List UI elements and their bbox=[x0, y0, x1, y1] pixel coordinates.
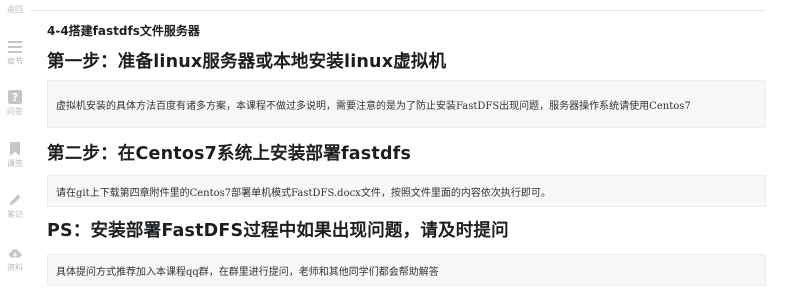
sidebar-item-materials[interactable]: 资料 bbox=[0, 246, 30, 273]
sidebar-item-label: 章节 bbox=[7, 57, 23, 66]
section-note: 具体提问方式推荐加入本课程qq群，在群里进行提问，老师和其他同学们都会帮助解答 bbox=[47, 254, 766, 286]
section-note-text: 具体提问方式推荐加入本课程qq群，在群里进行提问，老师和其他同学们都会帮助解答 bbox=[56, 266, 439, 278]
section-heading: 第二步：在Centos7系统上安装部署fastdfs bbox=[47, 144, 412, 164]
section-heading: PS：安装部署FastDFS过程中如果出现问题，请及时提问 bbox=[47, 221, 509, 241]
question-icon: ? bbox=[8, 90, 22, 104]
sidebar-item-label: 返回 bbox=[7, 5, 23, 14]
section-note-text: 虚拟机安装的具体方法百度有诸多方案，本课程不做过多说明，需要注意的是为了防止安装… bbox=[56, 100, 691, 112]
sidebar-item-bookmark[interactable]: 课签 bbox=[0, 142, 30, 169]
section-note: 虚拟机安装的具体方法百度有诸多方案，本课程不做过多说明，需要注意的是为了防止安装… bbox=[47, 80, 766, 128]
section-note-text: 请在git上下载第四章附件里的Centos7部署单机模式FastDFS.docx… bbox=[56, 187, 551, 199]
sidebar-item-label: 笔记 bbox=[7, 210, 23, 219]
sidebar-item-label: 资料 bbox=[7, 263, 23, 272]
sidebar-item-label: 问答 bbox=[7, 107, 23, 116]
sidebar: 返回 章节 ? 问答 课签 笔记 资料 bbox=[0, 0, 30, 294]
section-note: 请在git上下载第四章附件里的Centos7部署单机模式FastDFS.docx… bbox=[47, 175, 766, 207]
cloud-download-icon bbox=[8, 246, 22, 260]
divider bbox=[30, 10, 766, 11]
pencil-icon bbox=[8, 193, 22, 207]
sidebar-item-back[interactable]: 返回 bbox=[0, 2, 30, 15]
sidebar-item-label: 课签 bbox=[7, 159, 23, 168]
sidebar-item-notes[interactable]: 笔记 bbox=[0, 193, 30, 220]
bookmark-icon bbox=[8, 142, 22, 156]
sidebar-item-chapters[interactable]: 章节 bbox=[0, 40, 30, 67]
sidebar-item-qa[interactable]: ? 问答 bbox=[0, 90, 30, 117]
svg-text:?: ? bbox=[12, 91, 18, 104]
section-heading: 第一步：准备linux服务器或本地安装linux虚拟机 bbox=[47, 52, 447, 72]
menu-icon bbox=[8, 40, 22, 54]
page-title: 4-4搭建fastdfs文件服务器 bbox=[47, 24, 200, 38]
